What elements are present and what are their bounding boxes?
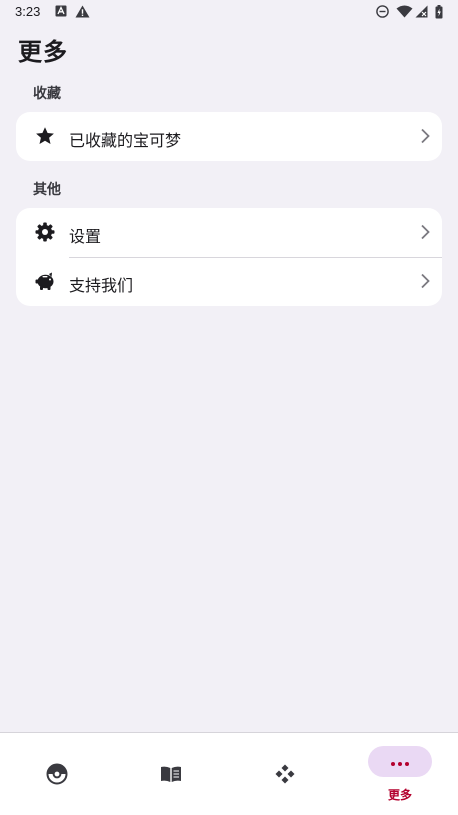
- star-icon: [36, 127, 54, 144]
- status-time: 3:23: [15, 4, 41, 19]
- gamepad-icon: [275, 764, 295, 784]
- support-us-item[interactable]: 支持我们: [16, 257, 442, 306]
- wifi-icon: [396, 5, 413, 18]
- favorite-pokemon-label: 已收藏的宝可梦: [69, 131, 182, 150]
- dnd-icon: [376, 5, 389, 18]
- gear-icon: [35, 222, 55, 242]
- status-bar: 3:23: [0, 0, 458, 26]
- pokeball-icon: [46, 763, 68, 785]
- nav-more-label: 更多: [387, 788, 412, 802]
- section-header-other: 其他: [33, 182, 61, 198]
- support-us-label: 支持我们: [69, 276, 134, 295]
- no-signal-icon: [415, 5, 428, 18]
- bottom-navigation: 更多: [0, 732, 458, 815]
- more-icon: [391, 762, 409, 766]
- section-header-favorites: 收藏: [33, 86, 61, 102]
- favorite-pokemon-item[interactable]: 已收藏的宝可梦: [16, 112, 442, 161]
- chevron-right-icon: [421, 224, 430, 240]
- piggy-bank-icon: [35, 272, 54, 290]
- book-icon: [161, 766, 181, 782]
- chevron-right-icon: [421, 273, 430, 289]
- battery-icon: [435, 5, 443, 19]
- nav-pokedex[interactable]: [0, 733, 114, 815]
- settings-item[interactable]: 设置: [16, 208, 442, 257]
- chevron-right-icon: [421, 128, 430, 144]
- warning-icon: [75, 5, 90, 18]
- page-title: 更多: [18, 38, 68, 66]
- accessibility-icon: [55, 5, 67, 17]
- nav-games[interactable]: [228, 733, 342, 815]
- nav-more[interactable]: 更多: [343, 733, 457, 815]
- nav-guide[interactable]: [114, 733, 228, 815]
- other-card: 设置 支持我们: [16, 208, 442, 306]
- settings-label: 设置: [69, 227, 102, 246]
- favorites-card: 已收藏的宝可梦: [16, 112, 442, 161]
